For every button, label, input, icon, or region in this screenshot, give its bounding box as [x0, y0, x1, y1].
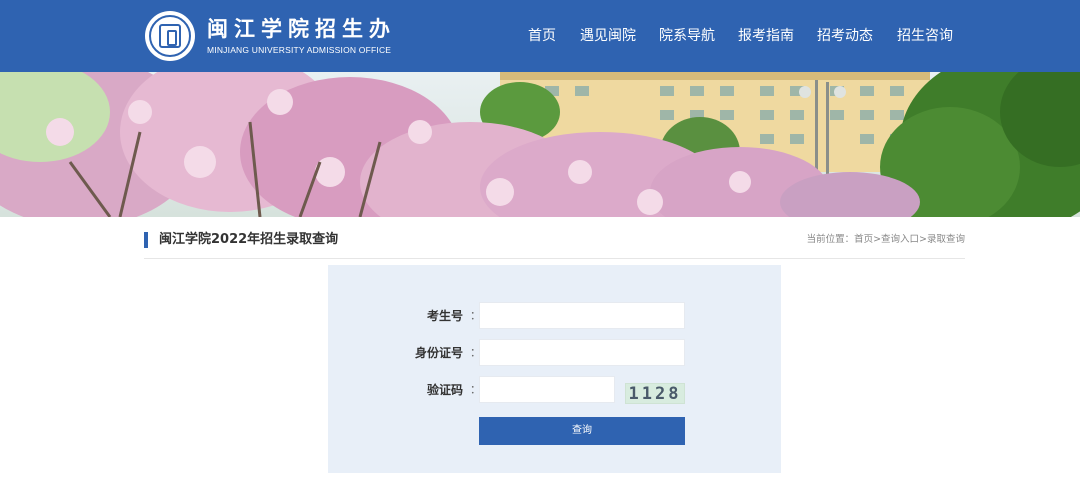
captcha-label: 验证码 — [426, 383, 463, 397]
title-accent-bar — [144, 232, 148, 248]
breadcrumb[interactable]: 当前位置：首页>查询入口>录取查询 — [807, 233, 965, 247]
id-number-input[interactable] — [479, 339, 685, 366]
page-title: 闽江学院2022年招生录取查询 — [159, 232, 339, 247]
captcha-input[interactable] — [479, 376, 615, 403]
exam-number-input[interactable] — [479, 302, 685, 329]
logo-title: 闽江学院招生办 — [207, 16, 396, 41]
query-button[interactable]: 查询 — [479, 417, 685, 445]
university-seal-icon — [145, 11, 195, 61]
nav-item-departments[interactable]: 院系导航 — [659, 26, 715, 46]
campus-banner — [0, 72, 1080, 217]
campus-photo-banner — [0, 72, 1080, 217]
site-logo[interactable]: 闽江学院招生办 MINJIANG UNIVERSITY ADMISSION OF… — [145, 11, 396, 61]
nav-item-home[interactable]: 首页 — [528, 26, 556, 46]
nav-item-news[interactable]: 招考动态 — [817, 26, 873, 46]
id-number-label: 身份证号 — [414, 346, 463, 360]
nav-item-consult[interactable]: 招生咨询 — [897, 26, 953, 46]
captcha-image[interactable]: 1128 — [625, 383, 685, 404]
logo-subtitle: MINJIANG UNIVERSITY ADMISSION OFFICE — [207, 45, 392, 55]
query-form-panel: 考生号 ： 身份证号 ： 验证码 ： 1128 查询 — [328, 265, 781, 473]
exam-number-label: 考生号 — [426, 309, 463, 323]
nav-item-about[interactable]: 遇见闽院 — [580, 26, 636, 46]
nav-item-guide[interactable]: 报考指南 — [738, 26, 794, 46]
content-title-bar: 闽江学院2022年招生录取查询 当前位置：首页>查询入口>录取查询 — [144, 229, 965, 259]
site-header: 闽江学院招生办 MINJIANG UNIVERSITY ADMISSION OF… — [0, 0, 1080, 72]
